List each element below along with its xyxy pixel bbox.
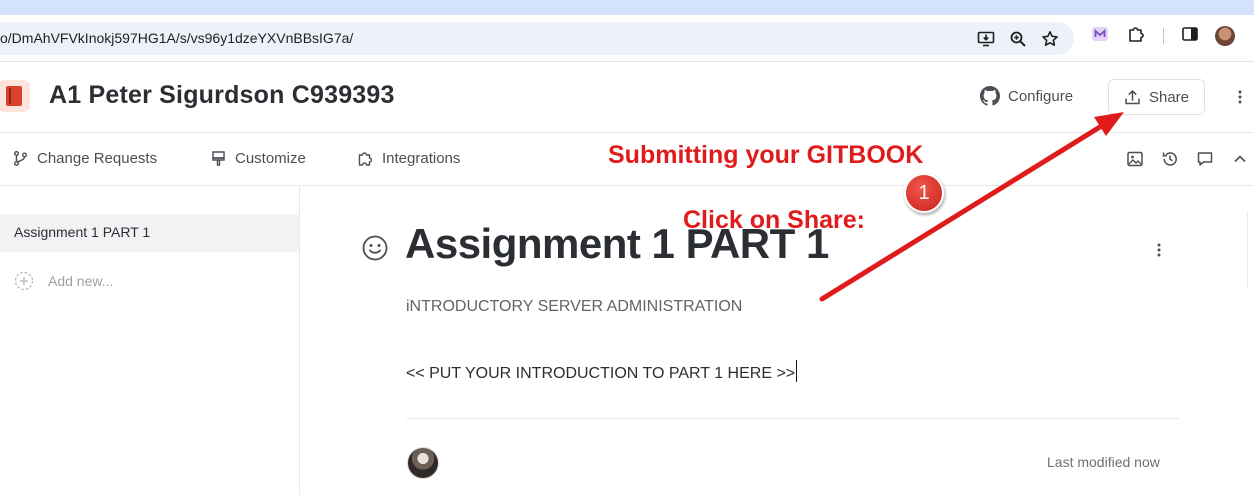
configure-button[interactable]: Configure [980, 86, 1073, 106]
share-upload-icon [1125, 89, 1140, 104]
integrations-label: Integrations [382, 150, 461, 167]
address-bar[interactable]: o/DmAhVFVkInokj597HG1A/s/vs96y1dzeYXVnBB… [0, 22, 1074, 55]
add-new-label: Add new... [48, 273, 114, 289]
install-icon[interactable] [976, 29, 996, 49]
page-description[interactable]: iNTRODUCTORY SERVER ADMINISTRATION [406, 298, 742, 316]
last-modified-text: Last modified now [1047, 454, 1160, 470]
page-more-options-icon[interactable] [1150, 238, 1168, 262]
puzzle-icon[interactable] [1126, 24, 1146, 44]
share-button[interactable]: Share [1108, 79, 1205, 115]
chevron-up-icon[interactable] [1230, 149, 1250, 169]
brush-icon [212, 151, 225, 166]
puzzle-piece-icon [358, 152, 373, 166]
sidebar: Assignment 1 PART 1 Add new... [0, 186, 300, 495]
profile-avatar[interactable] [1215, 26, 1235, 46]
extension-m-icon[interactable] [1090, 24, 1110, 44]
change-requests-label: Change Requests [37, 150, 158, 167]
browser-toolbar: o/DmAhVFVkInokj597HG1A/s/vs96y1dzeYXVnBB… [0, 15, 1254, 62]
sidebar-item-assignment-1-part-1[interactable]: Assignment 1 PART 1 [0, 214, 299, 252]
author-avatar[interactable] [407, 447, 439, 479]
customize-label: Customize [235, 150, 306, 167]
toolbar-separator [1163, 28, 1164, 44]
step-number-badge: 1 [904, 173, 944, 213]
change-requests-button[interactable]: Change Requests [12, 150, 157, 167]
sidebar-item-label: Assignment 1 PART 1 [14, 224, 151, 240]
text-cursor [796, 360, 798, 382]
comment-icon[interactable] [1195, 149, 1215, 169]
customize-button[interactable]: Customize [210, 150, 306, 167]
share-label: Share [1148, 88, 1190, 106]
body-text: << PUT YOUR INTRODUCTION TO PART 1 HERE … [406, 365, 796, 382]
history-icon[interactable] [1160, 149, 1180, 169]
content-divider [406, 418, 1179, 419]
annotation-instruction: Click on Share: [683, 206, 865, 234]
github-icon [980, 86, 1000, 106]
space-header: A1 Peter Sigurdson C939393 Configure Sha… [0, 62, 1254, 133]
branch-icon [14, 151, 27, 166]
browser-tab-strip [0, 0, 1254, 15]
image-icon[interactable] [1125, 149, 1145, 169]
right-scroll-edge [1247, 210, 1254, 290]
annotation-heading: Submitting your GITBOOK [608, 141, 924, 169]
space-title: A1 Peter Sigurdson C939393 [49, 81, 395, 109]
sidepanel-icon[interactable] [1180, 24, 1200, 44]
add-new-page-button[interactable]: Add new... [14, 271, 113, 291]
integrations-button[interactable]: Integrations [357, 150, 460, 167]
book-icon [0, 80, 30, 112]
page-body-paragraph[interactable]: << PUT YOUR INTRODUCTION TO PART 1 HERE … [406, 360, 798, 383]
more-options-icon[interactable] [1230, 85, 1250, 109]
zoom-icon[interactable] [1008, 29, 1028, 49]
url-text[interactable]: o/DmAhVFVkInokj597HG1A/s/vs96y1dzeYXVnBB… [0, 30, 353, 46]
add-circle-icon [14, 271, 34, 291]
configure-label: Configure [1008, 87, 1074, 105]
emoji-smiley-icon[interactable] [361, 234, 389, 262]
bookmark-star-icon[interactable] [1040, 29, 1060, 49]
